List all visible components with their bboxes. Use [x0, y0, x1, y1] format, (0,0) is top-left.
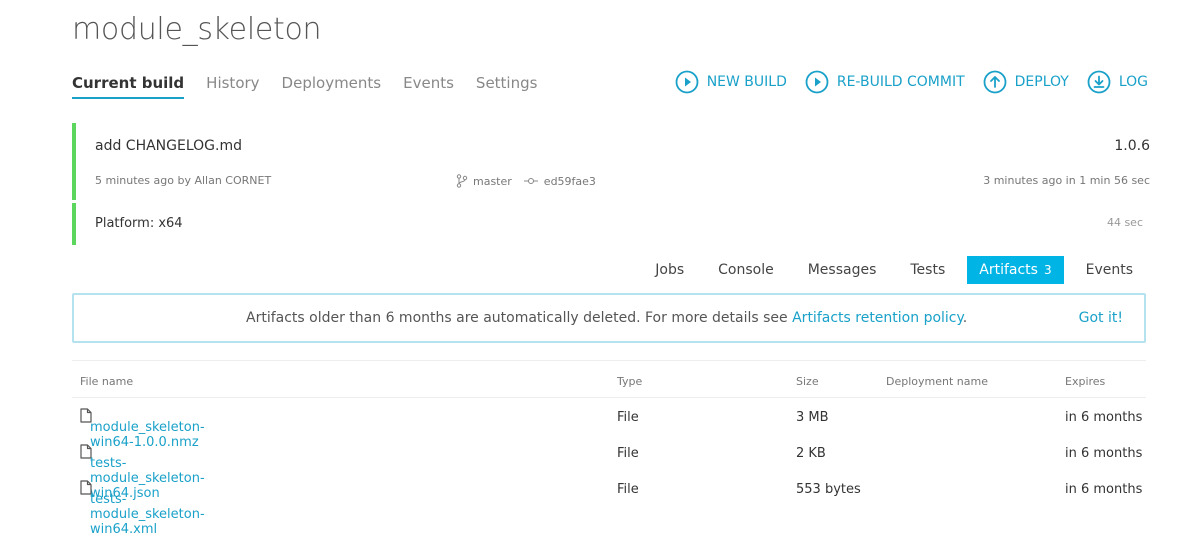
rebuild-commit-label: RE-BUILD COMMIT [836, 74, 965, 90]
table-row: module_skeleton-win64-1.0.0.nmz File 3 M… [72, 398, 1146, 450]
tab-current-build[interactable]: Current build [72, 74, 185, 99]
branch-icon [456, 174, 468, 188]
new-build-label: NEW BUILD [706, 74, 787, 90]
commit-id[interactable]: ed59fae3 [544, 175, 596, 188]
artifact-size: 2 KB [796, 446, 826, 461]
retention-message: Artifacts older than 6 months are automa… [246, 310, 967, 326]
build-finished-time: 3 minutes ago in 1 min 56 sec [983, 174, 1150, 187]
commit-author-time: 5 minutes ago by Allan CORNET [95, 174, 272, 187]
project-title: module_skeleton [72, 12, 322, 47]
col-deployment-name[interactable]: Deployment name [886, 375, 988, 388]
build-version: 1.0.6 [1114, 138, 1150, 154]
download-circle-icon [1087, 70, 1111, 94]
job-tabs: Jobs Console Messages Tests Artifacts 3 E… [633, 256, 1145, 284]
tab-artifacts-label: Artifacts [979, 262, 1038, 278]
table-row: tests-module_skeleton-win64.xml File 553… [72, 470, 1146, 537]
tab-events[interactable]: Events [403, 74, 454, 99]
retention-notice: Artifacts older than 6 months are automa… [72, 293, 1146, 343]
job-platform: Platform: x64 [95, 216, 183, 231]
job-duration: 44 sec [1106, 216, 1143, 229]
artifact-expires: in 6 months [1065, 410, 1143, 425]
commit-icon [523, 178, 538, 184]
retention-policy-link[interactable]: Artifacts retention policy [792, 310, 963, 326]
artifact-type: File [617, 446, 639, 461]
file-cell: tests-module_skeleton-win64.xml [80, 480, 205, 537]
branch-commit-info: master ed59fae3 [456, 174, 596, 188]
new-build-button[interactable]: NEW BUILD [675, 70, 787, 94]
artifact-expires: in 6 months [1065, 482, 1143, 497]
artifact-size: 553 bytes [796, 482, 861, 497]
job-row[interactable]: Platform: x64 44 sec [72, 203, 1150, 245]
artifact-type: File [617, 410, 639, 425]
tab-tests[interactable]: Tests [898, 256, 957, 284]
artifact-expires: in 6 months [1065, 446, 1143, 461]
tab-job-events[interactable]: Events [1074, 256, 1145, 284]
file-cell: tests-module_skeleton-win64.json [80, 444, 205, 501]
build-summary[interactable]: add CHANGELOG.md 1.0.6 5 minutes ago by … [72, 123, 1150, 200]
artifact-size: 3 MB [796, 410, 829, 425]
tab-history[interactable]: History [206, 74, 259, 99]
upload-circle-icon [983, 70, 1007, 94]
table-row: tests-module_skeleton-win64.json File 2 … [72, 434, 1146, 501]
tab-settings[interactable]: Settings [476, 74, 538, 99]
build-actions: NEW BUILD RE-BUILD COMMIT DEPLOY LOG [675, 70, 1148, 94]
deploy-button[interactable]: DEPLOY [983, 70, 1069, 94]
play-circle-icon [675, 70, 699, 94]
retention-suffix: . [962, 310, 968, 326]
tab-messages[interactable]: Messages [796, 256, 889, 284]
table-header: File name Type Size Deployment name Expi… [72, 360, 1146, 398]
retention-text: Artifacts older than 6 months are automa… [246, 310, 788, 326]
rebuild-commit-button[interactable]: RE-BUILD COMMIT [805, 70, 965, 94]
commit-message: add CHANGELOG.md [95, 138, 242, 154]
col-size[interactable]: Size [796, 375, 819, 388]
artifact-link[interactable]: tests-module_skeleton-win64.xml [90, 492, 205, 537]
log-button[interactable]: LOG [1087, 70, 1148, 94]
file-cell: module_skeleton-win64-1.0.0.nmz [80, 408, 205, 450]
dismiss-notice-button[interactable]: Got it! [1079, 310, 1123, 326]
artifacts-count-badge: 3 [1043, 263, 1052, 277]
play-circle-icon [805, 70, 829, 94]
col-type[interactable]: Type [617, 375, 642, 388]
tab-console[interactable]: Console [706, 256, 786, 284]
artifacts-table: File name Type Size Deployment name Expi… [72, 360, 1146, 537]
tab-artifacts[interactable]: Artifacts 3 [967, 256, 1064, 284]
log-label: LOG [1118, 74, 1148, 90]
tab-deployments[interactable]: Deployments [282, 74, 382, 99]
tab-jobs[interactable]: Jobs [643, 256, 696, 284]
artifact-type: File [617, 482, 639, 497]
col-file-name[interactable]: File name [80, 375, 133, 388]
main-nav: Current build History Deployments Events… [72, 74, 537, 99]
branch-name[interactable]: master [473, 175, 512, 188]
deploy-label: DEPLOY [1014, 74, 1069, 90]
col-expires[interactable]: Expires [1065, 375, 1105, 388]
